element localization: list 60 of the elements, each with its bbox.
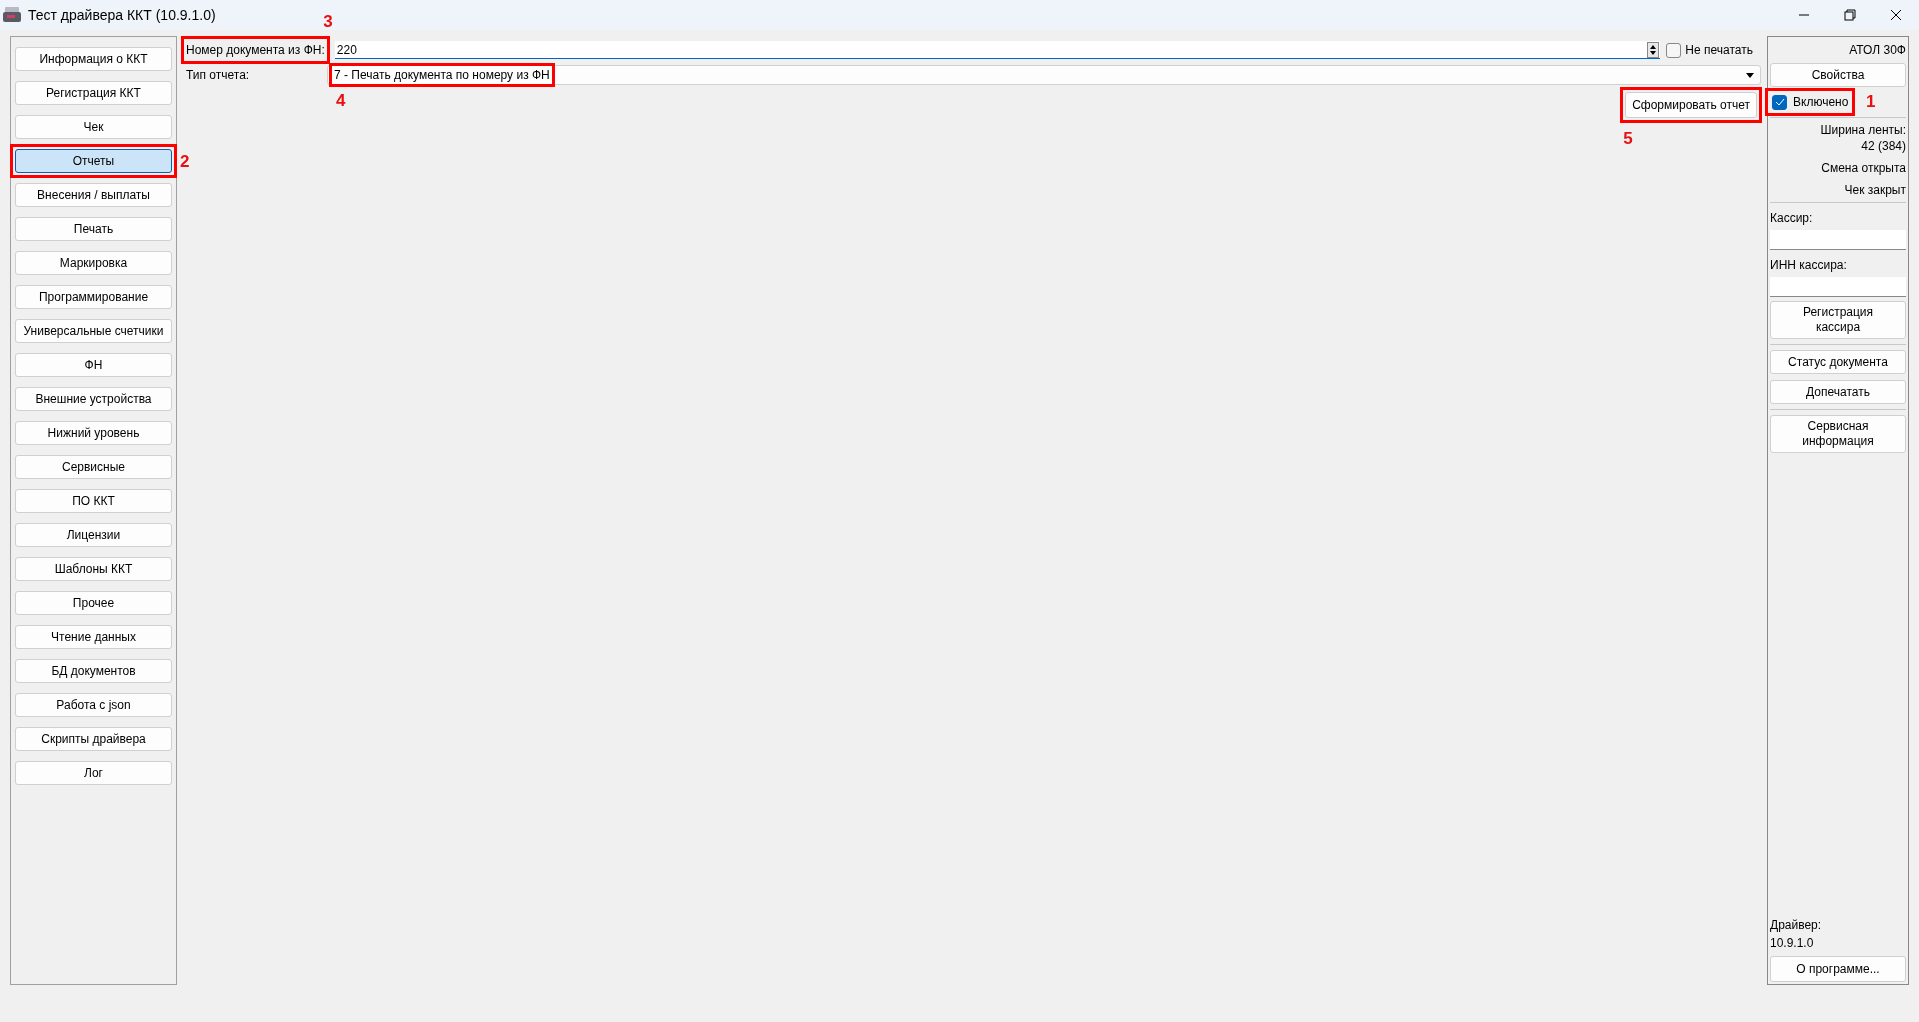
sidebar-item[interactable]: Печать [15, 217, 172, 241]
sidebar-item[interactable]: Маркировка [15, 251, 172, 275]
field-label: Кассир: [1770, 210, 1814, 227]
cashier-field[interactable] [1770, 230, 1906, 250]
status-text: Чек закрыт [1844, 182, 1906, 198]
dropdown-caret-icon [1746, 72, 1754, 78]
sidebar-item[interactable]: Лицензии [15, 523, 172, 547]
restore-icon [1844, 9, 1856, 21]
status-text: Смена открыта [1821, 160, 1906, 176]
sidebar-item[interactable]: Сервисные [15, 455, 172, 479]
field-label: Номер документа из ФН: [186, 42, 325, 59]
window-title: Тест драйвера ККТ (10.9.1.0) [28, 5, 216, 25]
sidebar-item[interactable]: ФН [15, 353, 172, 377]
sidebar-item[interactable]: Регистрация ККТ [15, 81, 172, 105]
sidebar-item[interactable]: Работа с json [15, 693, 172, 717]
sidebar-item[interactable]: Чтение данных [15, 625, 172, 649]
checkbox[interactable] [1666, 42, 1682, 58]
printer-icon [2, 6, 22, 24]
sidebar-item[interactable]: Нижний уровень [15, 421, 172, 445]
driver-label: Драйвер: [1770, 917, 1823, 934]
checkbox-label: Не печатать [1685, 42, 1754, 59]
sidebar-item[interactable]: Чек [15, 115, 172, 139]
spinner-icon[interactable] [1647, 41, 1660, 58]
cashier-inn-field[interactable] [1770, 277, 1906, 297]
sidebar-item[interactable]: Информация о ККТ [15, 47, 172, 71]
sidebar-item[interactable]: Шаблоны ККТ [15, 557, 172, 581]
driver-version: 10.9.1.0 [1770, 935, 1815, 952]
about-button[interactable]: О программе... [1770, 956, 1906, 982]
close-icon [1890, 9, 1902, 21]
sidebar-item[interactable]: ПО ККТ [15, 489, 172, 513]
field-label: ИНН кассира: [1770, 257, 1848, 274]
checkbox-label: Включено [1793, 94, 1849, 111]
number-field[interactable]: 220 [334, 41, 1661, 59]
sidebar-item[interactable]: Внесения / выплаты [15, 183, 172, 207]
sidebar-item[interactable]: Лог [15, 761, 172, 785]
checkmark-icon [1774, 97, 1785, 107]
callout-number: 3 [323, 11, 333, 33]
generate-report-button[interactable]: Сформировать отчет [1625, 92, 1757, 118]
sidebar-item[interactable]: Программирование [15, 285, 172, 309]
callout-number: 1 [1866, 91, 1876, 113]
service-info-button[interactable]: Сервисная информация [1770, 415, 1906, 453]
sidebar-item[interactable]: БД документов [15, 659, 172, 683]
properties-button[interactable]: Свойства [1770, 63, 1906, 87]
dropdown-value: 7 - Печать документа по номеру из ФН [334, 68, 550, 82]
callout-number: 4 [336, 90, 346, 112]
sidebar-item[interactable]: Внешние устройства [15, 387, 172, 411]
panel-button[interactable]: Статус документа [1770, 350, 1906, 374]
sidebar-item[interactable]: Скрипты драйвера [15, 727, 172, 751]
callout-number: 2 [180, 151, 190, 173]
field-label: Тип отчета: [185, 67, 251, 84]
checkbox[interactable] [1772, 94, 1787, 110]
device-model: АТОЛ 30Ф [1848, 42, 1906, 59]
status-text: Ширина ленты: [1820, 122, 1906, 138]
panel-button[interactable]: Допечатать [1770, 380, 1906, 404]
sidebar-item[interactable]: Отчеты [15, 149, 172, 173]
register-cashier-button[interactable]: Регистрация кассира [1770, 301, 1906, 339]
callout-number: 5 [1623, 128, 1633, 150]
sidebar-item[interactable]: Прочее [15, 591, 172, 615]
sidebar-item[interactable]: Универсальные счетчики [15, 319, 172, 343]
status-text: 42 (384) [1861, 138, 1906, 154]
